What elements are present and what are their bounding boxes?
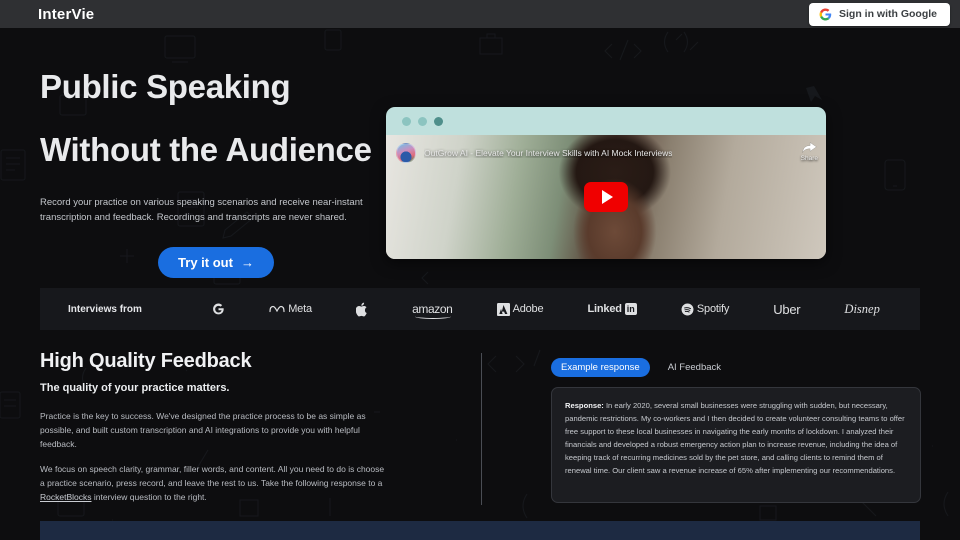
response-label: Response:: [565, 401, 604, 410]
linkedin-icon: in: [625, 303, 637, 315]
logo-uber-label: Uber: [773, 302, 800, 317]
sign-in-with-google-button[interactable]: Sign in with Google: [809, 3, 950, 26]
window-dot-2-icon: [418, 117, 427, 126]
video-title-row: OutGrow AI - Elevate Your Interview Skil…: [396, 143, 816, 163]
video-player-card[interactable]: OutGrow AI - Elevate Your Interview Skil…: [386, 107, 826, 259]
logo-meta-label: Meta: [288, 303, 312, 315]
top-navigation-bar: InterVie Sign in with Google: [0, 0, 960, 28]
logo-strip-label: Interviews from: [40, 304, 190, 315]
share-label: Share: [801, 155, 818, 162]
paragraph2-after: interview question to the right.: [92, 492, 207, 502]
feedback-section: High Quality Feedback The quality of you…: [0, 350, 960, 515]
window-dot-3-icon: [434, 117, 443, 126]
logo-uber: Uber: [773, 302, 800, 317]
youtube-play-icon[interactable]: [584, 182, 628, 212]
tab-example-response[interactable]: Example response: [551, 358, 650, 377]
paragraph2-before: We focus on speech clarity, grammar, fil…: [40, 464, 384, 488]
feedback-panel-column: Example response AI Feedback Response: I…: [551, 358, 921, 503]
play-triangle-icon: [602, 190, 613, 204]
sign-in-label: Sign in with Google: [839, 8, 937, 20]
cta-label: Try it out: [178, 255, 233, 270]
logo-apple: [356, 302, 368, 317]
rocketblocks-link[interactable]: RocketBlocks: [40, 492, 92, 502]
logo-linkedin-label: Linked: [588, 303, 622, 315]
video-title: OutGrow AI - Elevate Your Interview Skil…: [424, 148, 672, 158]
bottom-section-band: [40, 521, 920, 540]
hero-title-line1: Public Speaking: [40, 70, 960, 103]
feedback-subheading: The quality of your practice matters.: [40, 382, 390, 394]
hero-subtitle: Record your practice on various speaking…: [40, 196, 392, 225]
logo-spotify-label: Spotify: [697, 303, 729, 315]
feedback-tabs: Example response AI Feedback: [551, 358, 921, 377]
logo-amazon-label: amazon: [412, 302, 452, 316]
meta-infinity-icon: [269, 304, 285, 315]
video-viewport[interactable]: OutGrow AI - Elevate Your Interview Skil…: [386, 135, 826, 259]
response-body: Response: In early 2020, several small b…: [565, 399, 907, 477]
google-g-icon: [819, 8, 832, 21]
logo-list: Meta amazon Adobe Linked in: [190, 302, 920, 317]
cta-container: Try it out →: [40, 247, 392, 278]
arrow-right-icon: →: [241, 255, 254, 270]
logo-amazon: amazon: [412, 302, 452, 316]
channel-avatar: [396, 143, 416, 163]
spotify-icon: [681, 303, 694, 316]
try-it-out-button[interactable]: Try it out →: [158, 247, 274, 278]
video-window-chrome: [386, 107, 826, 135]
vertical-divider: [481, 353, 482, 505]
window-dot-1-icon: [402, 117, 411, 126]
feedback-paragraph-1: Practice is the key to success. We've de…: [40, 410, 390, 451]
logo-adobe: Adobe: [497, 303, 544, 316]
logo-disney-label: Disnep: [844, 302, 879, 317]
logo-spotify: Spotify: [681, 303, 729, 316]
logo-google: [212, 303, 225, 316]
response-card: Response: In early 2020, several small b…: [551, 387, 921, 503]
brand-logo[interactable]: InterVie: [38, 6, 94, 23]
logo-disney: Disnep: [844, 302, 879, 317]
share-arrow-icon: [802, 141, 817, 154]
adobe-icon: [497, 303, 510, 316]
google-g-icon: [212, 303, 225, 316]
logo-adobe-label: Adobe: [513, 303, 544, 315]
share-button[interactable]: Share: [801, 141, 818, 162]
feedback-text-column: High Quality Feedback The quality of you…: [40, 350, 390, 505]
feedback-paragraph-2: We focus on speech clarity, grammar, fil…: [40, 463, 390, 504]
logo-linkedin: Linked in: [588, 303, 637, 315]
response-text: In early 2020, several small businesses …: [565, 401, 905, 475]
company-logo-strip: Interviews from Meta amazon: [40, 288, 920, 330]
feedback-heading: High Quality Feedback: [40, 350, 390, 373]
logo-meta: Meta: [269, 303, 312, 315]
tab-ai-feedback[interactable]: AI Feedback: [658, 358, 731, 377]
apple-icon: [356, 302, 368, 317]
